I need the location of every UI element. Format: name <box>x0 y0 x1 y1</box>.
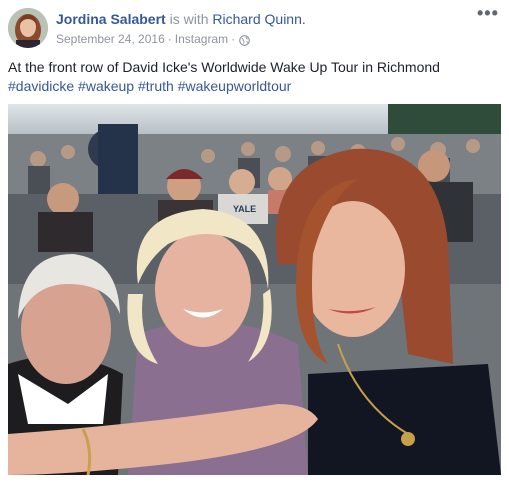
post-source-link[interactable]: Instagram <box>175 31 228 47</box>
more-options-icon[interactable]: ••• <box>477 4 498 22</box>
post-caption: At the front row of David Icke's Worldwi… <box>8 58 478 96</box>
globe-icon[interactable] <box>239 34 250 46</box>
post-date-link[interactable]: September 24, 2016 <box>56 31 165 47</box>
hashtag-link[interactable]: #davidicke <box>8 78 74 94</box>
author-name-link[interactable]: Jordina Salabert <box>56 11 166 27</box>
with-text: is with <box>169 11 209 27</box>
shirt-text: YALE <box>233 204 256 214</box>
caption-text: At the front row of David Icke's Worldwi… <box>8 59 440 75</box>
post-card: Jordina Salabert is with Richard Quinn. … <box>0 0 509 483</box>
post-header: Jordina Salabert is with Richard Quinn. <box>56 10 306 28</box>
tagged-person-link[interactable]: Richard Quinn. <box>212 11 305 27</box>
author-avatar[interactable] <box>8 8 48 48</box>
post-photo[interactable]: YALE <box>8 104 501 475</box>
post-meta: September 24, 2016 · Instagram · <box>56 31 250 47</box>
hashtag-link[interactable]: #wakeupworldtour <box>178 78 292 94</box>
meta-separator: · <box>231 32 236 46</box>
hashtag-link[interactable]: #wakeup <box>78 78 134 94</box>
hashtag-link[interactable]: #truth <box>138 78 174 94</box>
hashtag-list: #davidicke #wakeup #truth #wakeupworldto… <box>8 77 478 96</box>
meta-separator: · <box>167 32 172 46</box>
